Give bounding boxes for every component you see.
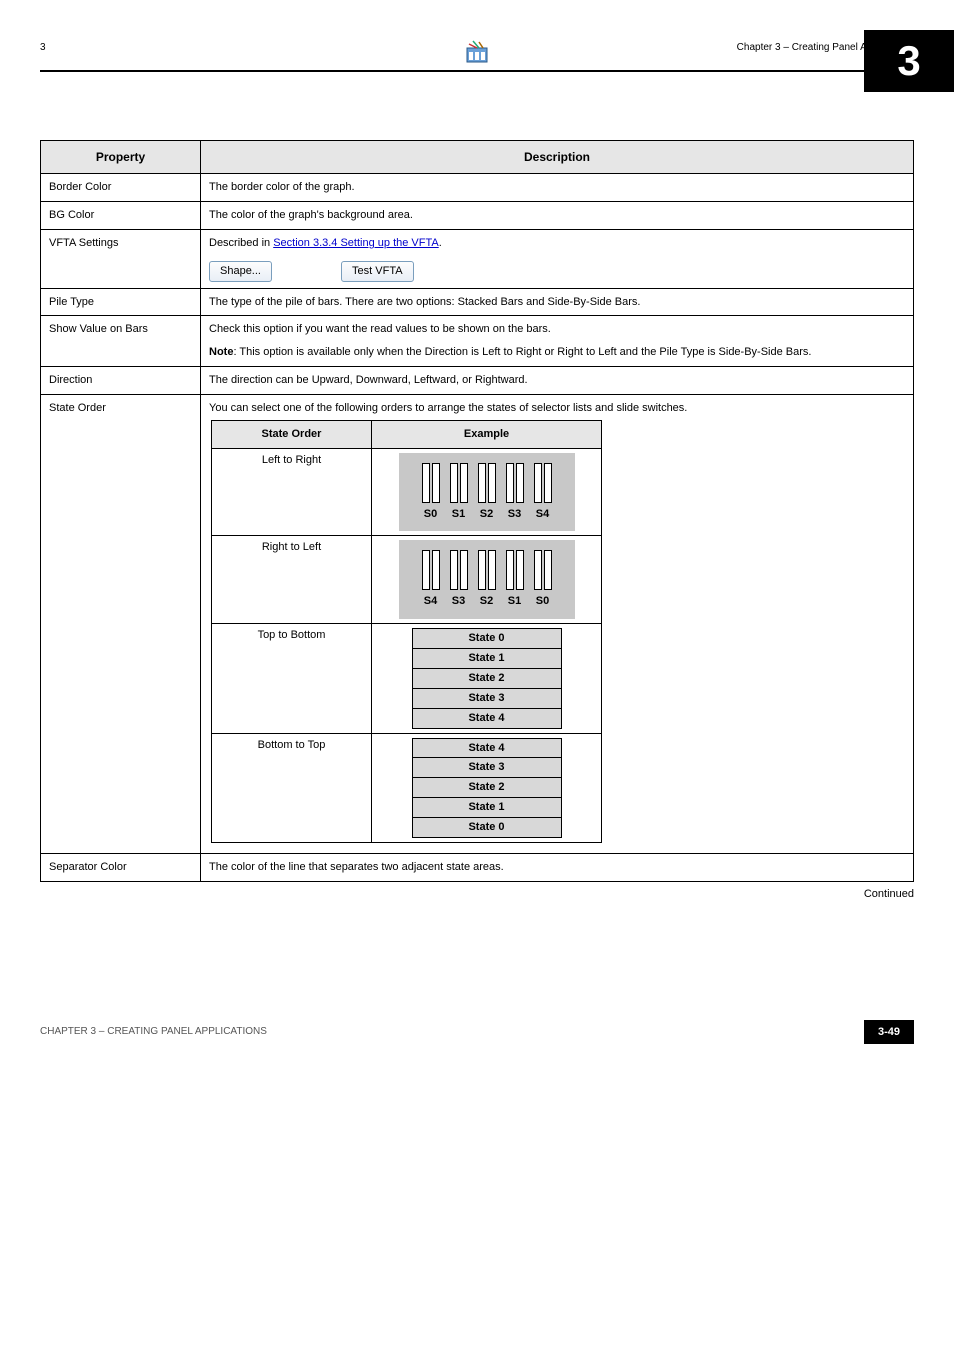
bar-label: S4: [424, 594, 437, 609]
bar-label: S0: [536, 594, 549, 609]
bar-label: S1: [508, 594, 521, 609]
state-order-table: State Order Example Left to Right S0: [211, 420, 602, 843]
prop-bg-color: BG Color: [41, 202, 201, 230]
th-description: Description: [201, 141, 914, 174]
prop-direction: Direction: [41, 367, 201, 395]
example-ttb: State 0 State 1 State 2 State 3 State 4: [372, 624, 602, 733]
state-order-intro: You can select one of the following orde…: [209, 401, 905, 416]
example-rtl: S4 S3 S2 S1 S0: [372, 536, 602, 624]
desc-vfta-suffix: .: [439, 237, 442, 249]
desc-bg-color: The color of the graph's background area…: [201, 202, 914, 230]
order-ttb: Top to Bottom: [212, 624, 372, 733]
bar-label: S1: [452, 507, 465, 522]
order-rtl: Right to Left: [212, 536, 372, 624]
prop-state-order: State Order: [41, 394, 201, 853]
inner-th-order: State Order: [212, 420, 372, 448]
desc-show-value: Check this option if you want the read v…: [201, 316, 914, 367]
stack-row: State 0: [412, 628, 562, 649]
desc-pile-type: The type of the pile of bars. There are …: [201, 288, 914, 316]
stack-row: State 3: [412, 689, 562, 709]
th-property: Property: [41, 141, 201, 174]
bar-label: S2: [480, 594, 493, 609]
footer-chapter: CHAPTER 3 – CREATING PANEL APPLICATIONS: [40, 1026, 267, 1037]
desc-show-value-line2: : This option is available only when the…: [233, 346, 811, 358]
stack-row: State 2: [412, 778, 562, 798]
header-badge: 3: [864, 30, 954, 92]
desc-direction: The direction can be Upward, Downward, L…: [201, 367, 914, 395]
header-icon: [463, 38, 491, 71]
note-label: Note: [209, 346, 233, 358]
stack-row: State 0: [412, 818, 562, 838]
prop-border-color: Border Color: [41, 174, 201, 202]
properties-table: Property Description Border Color The bo…: [40, 140, 914, 882]
prop-separator-color: Separator Color: [41, 853, 201, 881]
header-chapter-num: 3: [40, 42, 46, 53]
stack-row: State 1: [412, 649, 562, 669]
stack-row: State 3: [412, 758, 562, 778]
desc-show-value-line1: Check this option if you want the read v…: [209, 323, 551, 335]
desc-separator-color: The color of the line that separates two…: [201, 853, 914, 881]
desc-vfta: Described in Section 3.3.4 Setting up th…: [201, 229, 914, 288]
stack-row: State 4: [412, 738, 562, 759]
stack-row: State 1: [412, 798, 562, 818]
stack-row: State 4: [412, 709, 562, 729]
example-ltr: S0 S1 S2 S3 S4: [372, 448, 602, 536]
bar-label: S4: [536, 507, 549, 522]
bar-label: S3: [452, 594, 465, 609]
stack-row: State 2: [412, 669, 562, 689]
prop-vfta: VFTA Settings: [41, 229, 201, 288]
continued-label: Continued: [40, 888, 914, 900]
example-btt: State 4 State 3 State 2 State 1 State 0: [372, 733, 602, 842]
desc-border-color: The border color of the graph.: [201, 174, 914, 202]
vfta-section-link[interactable]: Section 3.3.4 Setting up the VFTA: [273, 237, 439, 249]
desc-vfta-prefix: Described in: [209, 237, 273, 249]
bar-label: S2: [480, 507, 493, 522]
prop-pile-type: Pile Type: [41, 288, 201, 316]
order-btt: Bottom to Top: [212, 733, 372, 842]
bar-label: S3: [508, 507, 521, 522]
bar-label: S0: [424, 507, 437, 522]
inner-th-example: Example: [372, 420, 602, 448]
prop-show-value: Show Value on Bars: [41, 316, 201, 367]
desc-state-order: You can select one of the following orde…: [201, 394, 914, 853]
footer-page: 3-49: [864, 1020, 914, 1044]
order-ltr: Left to Right: [212, 448, 372, 536]
test-vfta-button[interactable]: Test VFTA: [341, 261, 414, 282]
shape-button[interactable]: Shape...: [209, 261, 272, 282]
